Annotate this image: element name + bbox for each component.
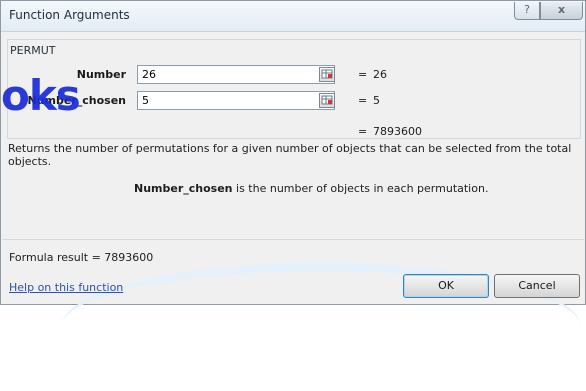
overall-equals: =	[358, 125, 368, 138]
number-result: 26	[373, 68, 387, 81]
number-equals: =	[358, 68, 368, 81]
argument-label-number: Number	[76, 68, 126, 81]
number-input[interactable]	[137, 65, 335, 84]
function-description: Returns the number of permutations for a…	[8, 142, 572, 168]
ok-button[interactable]: OK	[403, 274, 489, 298]
number-chosen-input[interactable]	[137, 91, 335, 110]
help-button[interactable]: ?	[514, 2, 540, 20]
close-button[interactable]: x	[540, 2, 583, 20]
separator	[2, 239, 584, 240]
collapse-dialog-icon	[321, 95, 333, 105]
help-on-function-link[interactable]: Help on this function	[9, 281, 123, 294]
overall-result: 7893600	[373, 125, 422, 138]
title-bar: Function Arguments ? x	[1, 1, 585, 32]
collapse-dialog-icon	[321, 69, 333, 79]
function-name: PERMUT	[10, 44, 56, 57]
argument-help: Number_chosen is the number of objects i…	[134, 182, 488, 195]
argument-label-number-chosen: Number_chosen	[27, 94, 126, 107]
formula-result: Formula result = 7893600	[9, 251, 154, 264]
number-chosen-equals: =	[358, 94, 368, 107]
arguments-group	[7, 39, 581, 139]
window-title: Function Arguments	[9, 8, 130, 22]
number-chosen-result: 5	[373, 94, 380, 107]
help-icon: ?	[524, 3, 530, 16]
number-ref-button[interactable]	[319, 67, 335, 82]
cancel-button[interactable]: Cancel	[494, 274, 580, 298]
number-chosen-ref-button[interactable]	[319, 93, 335, 108]
function-arguments-dialog: Function Arguments ? x PERMUT Number = 2…	[0, 0, 586, 305]
argument-help-text: is the number of objects in each permuta…	[236, 182, 489, 195]
argument-help-name: Number_chosen	[134, 182, 233, 195]
close-icon: x	[557, 3, 566, 16]
